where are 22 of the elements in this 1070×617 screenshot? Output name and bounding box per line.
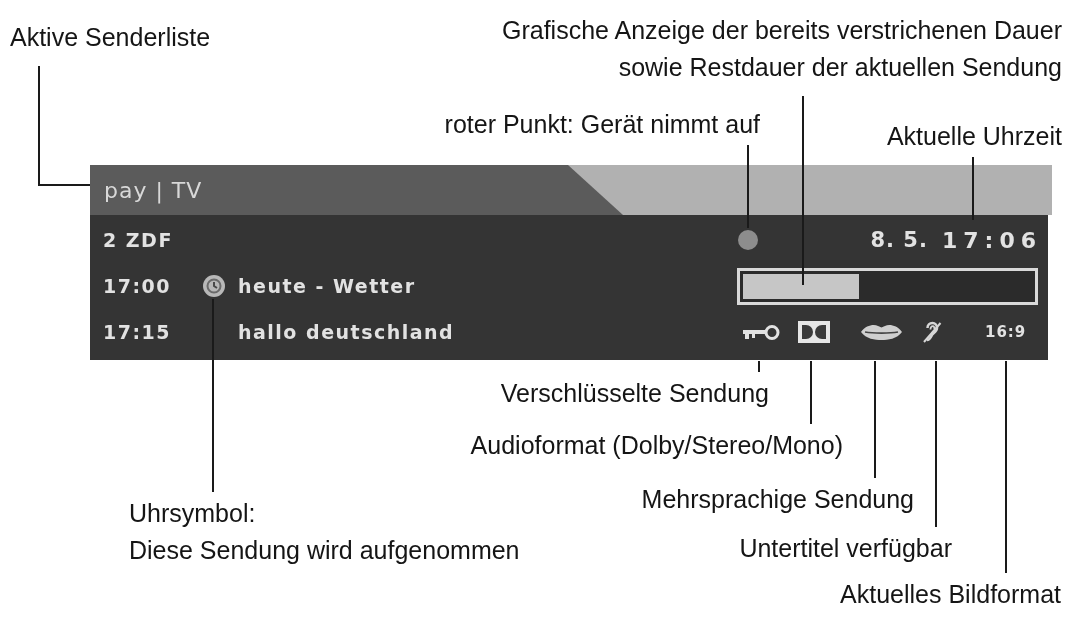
program-time: 17:00 xyxy=(103,275,172,297)
callout-label: Audioformat (Dolby/Stereo/Mono) xyxy=(470,430,843,461)
callout-label: Untertitel verfügbar xyxy=(739,533,952,564)
callout-label: Uhrsymbol: Diese Sendung wird aufgenommen xyxy=(129,498,520,566)
date-text: 8. 5. xyxy=(870,228,928,252)
leader-line xyxy=(972,156,974,221)
callout-label: Mehrsprachige Sendung xyxy=(641,484,914,515)
leader-line xyxy=(758,360,760,373)
callout-label: Aktuelles Bildformat xyxy=(840,579,1061,610)
callout-label: Aktuelle Uhrzeit xyxy=(886,121,1062,152)
aspect-ratio-text: 16:9 xyxy=(985,323,1027,341)
program-time: 17:15 xyxy=(103,321,172,343)
callout-label: Verschlüsselte Sendung xyxy=(500,378,769,409)
channel-name: 2 ZDF xyxy=(103,229,174,251)
channel-list-title: pay | TV xyxy=(90,165,623,215)
callout-label: Aktive Senderliste xyxy=(10,22,211,53)
callout-label: Grafische Anzeige der bereits verstrichenen Dauer sowie Restdauer der aktuellen Sendung xyxy=(502,15,1062,83)
time-text: 17:06 xyxy=(941,227,1042,253)
program-title: hallo deutschland xyxy=(238,321,456,343)
callout-label: roter Punkt: Gerät nimmt auf xyxy=(444,109,760,140)
program-title: heute - Wetter xyxy=(238,275,417,297)
leader-line xyxy=(810,360,812,425)
